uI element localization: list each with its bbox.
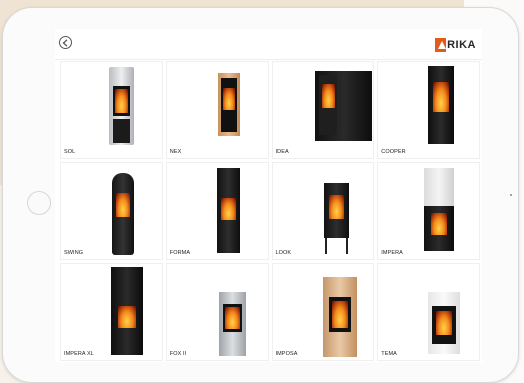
product-label: IDEA (275, 149, 289, 155)
product-grid: SOL NEX IDEA COOPER SWING FORMA LOOK IMP… (60, 61, 480, 361)
product-label: NEX (169, 149, 182, 155)
product-label: TEMA (381, 351, 397, 357)
product-tile-nex[interactable]: NEX (165, 61, 269, 159)
stove-image (424, 168, 455, 206)
product-label: FOX II (169, 351, 187, 357)
product-tile-swing[interactable]: SWING (60, 162, 163, 260)
product-label: FORMA (169, 250, 191, 256)
top-bar: RIKA (55, 29, 482, 60)
product-label: IMPERA (381, 250, 403, 256)
product-label: COOPER (381, 149, 406, 155)
product-tile-sol[interactable]: SOL (60, 61, 163, 159)
product-label: IMPERA XL (64, 351, 94, 357)
product-tile-forma[interactable]: FORMA (165, 162, 269, 260)
product-tile-look[interactable]: LOOK (271, 162, 375, 260)
product-tile-idea[interactable]: IDEA (271, 61, 375, 159)
product-tile-fox-ii[interactable]: FOX II (165, 263, 269, 361)
back-arrow-icon[interactable] (59, 36, 72, 49)
product-tile-cooper[interactable]: COOPER (377, 61, 480, 159)
product-tile-imposa[interactable]: IMPOSA (271, 263, 375, 361)
home-button[interactable] (27, 191, 51, 215)
app-screen: RIKA SOL NEX IDEA COOPER SWING FORMA LOO… (55, 29, 482, 362)
logo-text: RIKA (447, 39, 476, 51)
brand-logo: RIKA (435, 38, 476, 52)
product-tile-impera[interactable]: IMPERA (377, 162, 480, 260)
camera-dot (510, 194, 512, 196)
product-label: SWING (64, 250, 84, 256)
product-tile-impera-xl[interactable]: IMPERA XL (60, 263, 163, 361)
product-label: LOOK (275, 250, 292, 256)
product-label: SOL (64, 149, 76, 155)
product-label: IMPOSA (275, 351, 298, 357)
logo-mark-icon (435, 38, 447, 52)
product-tile-tema[interactable]: TEMA (377, 263, 480, 361)
